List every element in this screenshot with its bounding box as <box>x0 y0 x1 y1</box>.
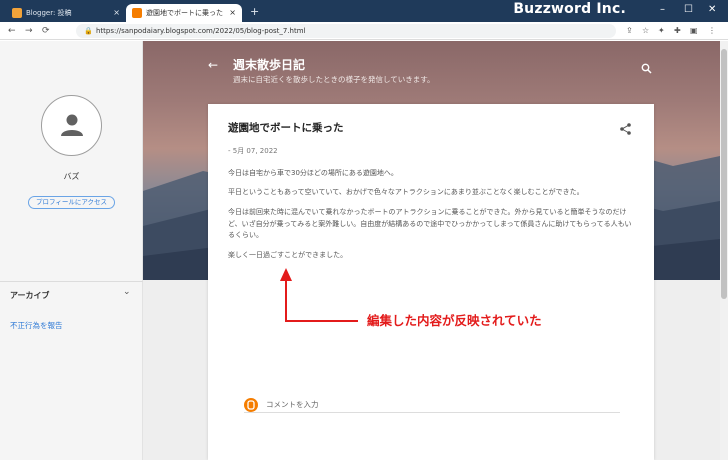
profile-sidebar: バズ プロフィールにアクセス アーカイブ ⌄ 不正行為を報告 <box>0 41 143 460</box>
sidepanel-icon[interactable]: ▣ <box>690 23 698 39</box>
post-paragraph: 今日は自宅から車で30分ほどの場所にある遊園地へ。 <box>228 169 398 177</box>
tab-blogger-posts[interactable]: Blogger: 投稿 × <box>6 4 126 22</box>
tab-blog-post[interactable]: 遊園地でボートに乗った × <box>126 4 242 22</box>
forward-button[interactable]: → <box>25 23 33 39</box>
address-bar: ← → ⟳ 🔒 https://sanpodaiary.blogspot.com… <box>0 22 728 40</box>
share-icon[interactable] <box>620 120 631 139</box>
puzzle-icon[interactable]: ✚ <box>674 23 681 39</box>
bookmark-star-icon[interactable]: ☆ <box>642 23 649 39</box>
post-paragraph: 平日ということもあって空いていて、おかげで色々なアトラクションにあまり並ぶことな… <box>228 188 584 196</box>
blog-description: 週末に自宅近くを散歩したときの様子を発信していきます。 <box>233 75 435 84</box>
sidebar-divider <box>0 281 143 282</box>
url-text: https://sanpodaiary.blogspot.com/2022/05… <box>96 27 306 35</box>
maximize-button[interactable]: ☐ <box>684 2 693 18</box>
minimize-button[interactable]: – <box>660 2 665 18</box>
profile-avatar[interactable] <box>41 95 102 156</box>
report-abuse-link[interactable]: 不正行為を報告 <box>10 320 63 331</box>
blog-back-icon[interactable]: ← <box>208 58 218 72</box>
tab-close-icon[interactable]: × <box>229 4 236 22</box>
post-paragraph: 楽しく一日過ごすことができました。 <box>228 251 348 259</box>
search-icon[interactable] <box>641 59 652 78</box>
blogger-favicon-icon <box>12 8 22 18</box>
tab-label: 遊園地でボートに乗った <box>146 9 223 17</box>
comment-placeholder: コメントを入力 <box>266 400 319 409</box>
blogger-favicon-icon <box>132 8 142 18</box>
url-field[interactable]: 🔒 https://sanpodaiary.blogspot.com/2022/… <box>76 24 616 38</box>
person-icon <box>61 114 83 136</box>
blog-page: ← 週末散歩日記 週末に自宅近くを散歩したときの様子を発信していきます。 バズ … <box>0 41 728 460</box>
share-page-icon[interactable]: ⇪ <box>626 23 633 39</box>
visit-profile-button[interactable]: プロフィールにアクセス <box>28 196 115 209</box>
scroll-thumb[interactable] <box>721 49 727 299</box>
post-card: 遊園地でボートに乗った - 5月 07, 2022 今日は自宅から車で30分ほど… <box>208 104 654 460</box>
post-date: - 5月 07, 2022 <box>228 147 278 155</box>
post-title: 遊園地でボートに乗った <box>228 122 344 134</box>
lock-icon: 🔒 <box>84 27 93 35</box>
annotation-label: 編集した内容が反映されていた <box>367 313 542 328</box>
archive-heading[interactable]: アーカイブ <box>10 290 50 301</box>
browser-tab-bar: Blogger: 投稿 × 遊園地でボートに乗った × + Buzzword I… <box>0 0 728 22</box>
page-scrollbar[interactable] <box>720 41 728 460</box>
post-paragraph: 今日は前回来た時に混んでいて乗れなかったボートのアトラクションに乗ることができた… <box>228 208 632 239</box>
blogger-logo-icon <box>244 398 258 412</box>
browser-menu-icon[interactable]: ⋮ <box>708 23 716 39</box>
new-tab-button[interactable]: + <box>250 4 259 20</box>
chevron-down-icon[interactable]: ⌄ <box>123 287 131 297</box>
tab-label: Blogger: 投稿 <box>26 9 72 17</box>
brand-watermark: Buzzword Inc. <box>513 1 626 17</box>
blog-title[interactable]: 週末散歩日記 <box>233 56 305 73</box>
reload-button[interactable]: ⟳ <box>42 23 50 39</box>
extension-icon[interactable]: ✦ <box>658 23 665 39</box>
comment-input[interactable]: コメントを入力 <box>244 397 620 413</box>
back-button[interactable]: ← <box>8 23 16 39</box>
tab-close-icon[interactable]: × <box>113 4 120 22</box>
close-window-button[interactable]: ✕ <box>708 2 716 18</box>
profile-name: バズ <box>63 172 80 181</box>
